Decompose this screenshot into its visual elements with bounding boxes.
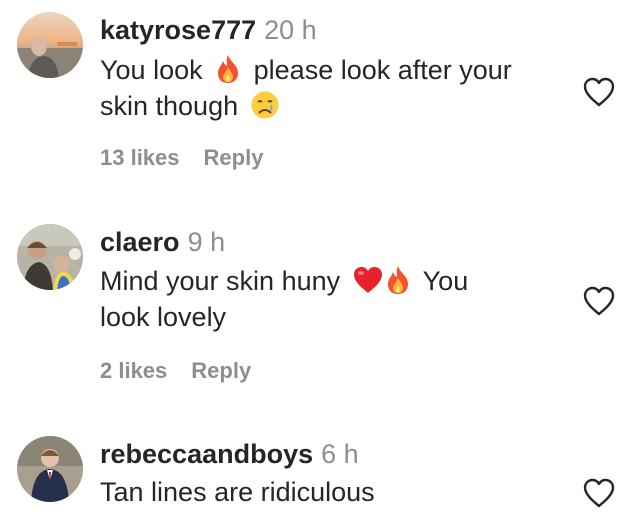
comment-text: Mind your skin huny You (100, 263, 468, 304)
comment-text-part: Mind your skin huny (100, 266, 341, 296)
comment-item: claero 9 h Mind your skin huny You look l… (0, 212, 634, 402)
comment-item: rebeccaandboys 6 h Tan lines are ridiculo… (0, 424, 634, 530)
comment-text-part: Tan lines are ridiculous (100, 477, 375, 507)
crying-face-emoji-icon (250, 90, 280, 129)
red-heart-emoji-icon (352, 265, 384, 304)
avatar[interactable] (17, 12, 83, 78)
likes-count[interactable]: 13 likes (100, 145, 180, 170)
timestamp: 9 h (187, 227, 226, 257)
timestamp: 20 h (264, 15, 317, 45)
reply-button[interactable]: Reply (204, 145, 264, 170)
comment-text-line2: look lovely (100, 299, 226, 335)
comment-text-line2: skin though (100, 88, 284, 129)
comment-text-part: look lovely (100, 302, 227, 332)
comment-text: Tan lines are ridiculous (100, 474, 375, 510)
comment-text-part: You look (100, 55, 203, 85)
comment-header: claero 9 h (100, 226, 225, 258)
avatar[interactable] (17, 224, 83, 290)
comment-meta: 13 likes Reply (100, 145, 263, 171)
username[interactable]: rebeccaandboys (100, 439, 313, 469)
comment-text-part: You (422, 266, 469, 296)
comment-text: You look please look after your (100, 52, 512, 93)
heart-outline-icon[interactable] (582, 76, 616, 108)
comment-text-part: skin though (100, 91, 239, 121)
username[interactable]: katyrose777 (100, 15, 256, 45)
avatar[interactable] (17, 436, 83, 502)
fire-emoji-icon (384, 265, 412, 304)
username[interactable]: claero (100, 227, 180, 257)
timestamp: 6 h (321, 439, 359, 469)
comment-header: katyrose777 20 h (100, 14, 317, 46)
comment-header: rebeccaandboys 6 h (100, 438, 359, 470)
comment-item: katyrose777 20 h You look please look aft… (0, 0, 634, 190)
comment-text-part: please look after your (253, 55, 512, 85)
comment-meta: 2 likes Reply (100, 358, 251, 384)
heart-outline-icon[interactable] (582, 285, 616, 317)
likes-count[interactable]: 2 likes (100, 358, 167, 383)
heart-outline-icon[interactable] (582, 477, 616, 509)
reply-button[interactable]: Reply (191, 358, 251, 383)
